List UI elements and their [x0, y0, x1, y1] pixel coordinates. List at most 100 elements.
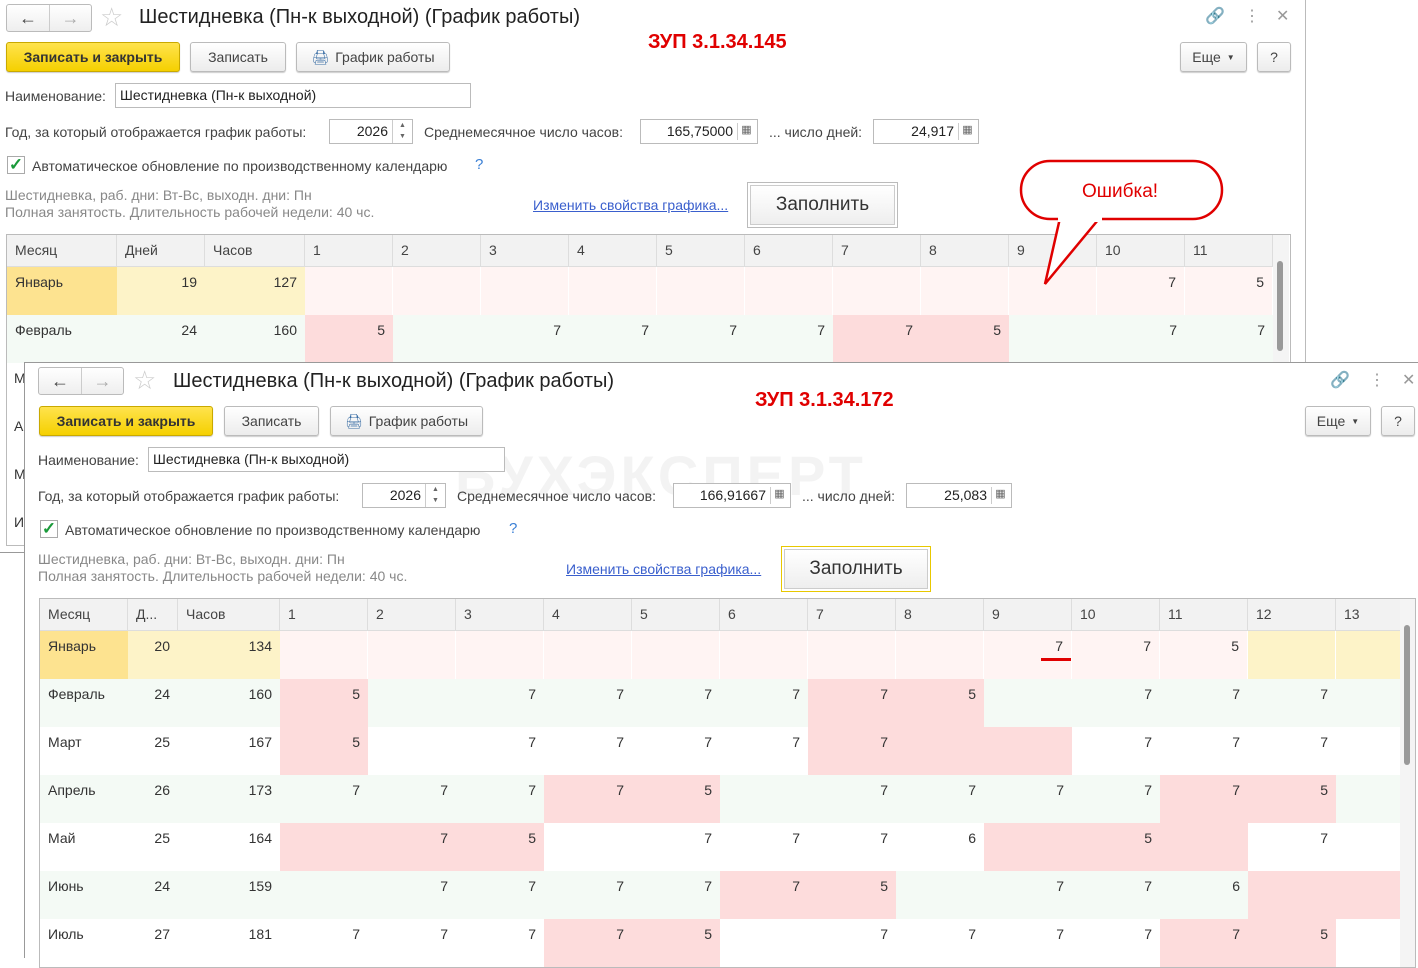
day-cell[interactable]: 5	[280, 727, 368, 775]
day-cell[interactable]: 7	[456, 919, 544, 967]
link-icon[interactable]: 🔗	[1330, 370, 1350, 390]
day-cell[interactable]: 7	[456, 727, 544, 775]
day-cell[interactable]: 7	[720, 823, 808, 871]
day-cell[interactable]: 6	[896, 823, 984, 871]
day-cell[interactable]: 7	[808, 679, 896, 727]
column-header[interactable]: 5	[632, 599, 720, 631]
day-cell[interactable]: 7	[632, 679, 720, 727]
save-close-button[interactable]: Записать и закрыть	[39, 406, 213, 436]
day-cell[interactable]	[368, 727, 456, 775]
day-cell[interactable]: 7	[896, 775, 984, 823]
name-input[interactable]: Шестидневка (Пн-к выходной)	[148, 447, 505, 472]
save-button[interactable]: Записать	[224, 406, 319, 436]
day-cell[interactable]: 7	[1072, 727, 1160, 775]
day-cell[interactable]	[1248, 631, 1336, 679]
auto-update-checkbox[interactable]: ✓	[40, 520, 58, 538]
back-arrow-icon[interactable]: ←	[39, 368, 81, 394]
day-cell[interactable]: 7	[808, 775, 896, 823]
day-cell[interactable]: 7	[1072, 679, 1160, 727]
day-cell[interactable]	[544, 823, 632, 871]
day-cell[interactable]: 5	[1248, 775, 1336, 823]
favorite-star-icon[interactable]: ☆	[133, 365, 156, 396]
more-vert-icon[interactable]: ⋮	[1369, 370, 1385, 390]
close-icon[interactable]: ✕	[1402, 370, 1415, 390]
day-cell[interactable]: 7	[984, 919, 1072, 967]
day-cell[interactable]: 5	[632, 775, 720, 823]
day-cell[interactable]: 7	[720, 871, 808, 919]
day-cell[interactable]: 5	[632, 919, 720, 967]
day-cell[interactable]: 7	[368, 919, 456, 967]
day-cell[interactable]: 7	[808, 823, 896, 871]
day-cell[interactable]: 7	[456, 871, 544, 919]
day-cell[interactable]: 5	[280, 679, 368, 727]
day-cell[interactable]: 7	[1160, 727, 1248, 775]
month-cell[interactable]: Июнь	[40, 871, 128, 919]
help-question-icon[interactable]: ?	[509, 520, 517, 537]
column-header[interactable]: 10	[1072, 599, 1160, 631]
day-cell[interactable]: 5	[1072, 823, 1160, 871]
day-cell[interactable]: 7	[1248, 823, 1336, 871]
day-cell[interactable]	[720, 631, 808, 679]
total-cell[interactable]: 160	[178, 679, 280, 727]
day-cell[interactable]: 7	[1248, 727, 1336, 775]
day-cell[interactable]: 7	[456, 679, 544, 727]
day-cell[interactable]	[896, 631, 984, 679]
day-cell[interactable]: 7	[544, 775, 632, 823]
day-cell[interactable]	[632, 631, 720, 679]
column-header[interactable]: 8	[896, 599, 984, 631]
column-header[interactable]: 9	[984, 599, 1072, 631]
day-cell[interactable]: 5	[1248, 919, 1336, 967]
column-header[interactable]: 4	[544, 599, 632, 631]
day-cell[interactable]: 7	[720, 679, 808, 727]
day-cell[interactable]: 7	[1160, 919, 1248, 967]
avg-days-input[interactable]: 25,083 ▦	[906, 483, 1012, 508]
day-cell[interactable]	[1160, 823, 1248, 871]
day-cell[interactable]	[544, 631, 632, 679]
day-cell[interactable]: 5	[1160, 631, 1248, 679]
calculator-icon[interactable]: ▦	[991, 487, 1009, 504]
day-cell[interactable]: 7	[720, 727, 808, 775]
total-cell[interactable]: 164	[178, 823, 280, 871]
total-cell[interactable]: 25	[128, 823, 178, 871]
column-header[interactable]: 6	[720, 599, 808, 631]
day-cell[interactable]: 7	[280, 919, 368, 967]
day-cell[interactable]: 5	[896, 679, 984, 727]
day-cell[interactable]: 7	[632, 823, 720, 871]
day-cell[interactable]	[368, 679, 456, 727]
day-cell[interactable]: 7	[632, 871, 720, 919]
month-cell[interactable]: Март	[40, 727, 128, 775]
day-cell[interactable]: 7	[1160, 679, 1248, 727]
day-cell[interactable]	[456, 631, 544, 679]
column-header[interactable]: 7	[808, 599, 896, 631]
schedule-print-button[interactable]: 🖨 График работы	[330, 406, 483, 436]
month-cell[interactable]: Февраль	[40, 679, 128, 727]
day-cell[interactable]	[720, 919, 808, 967]
day-cell[interactable]: 6	[1160, 871, 1248, 919]
day-cell[interactable]	[280, 631, 368, 679]
total-cell[interactable]: 20	[128, 631, 178, 679]
column-header[interactable]: Месяц	[40, 599, 128, 631]
day-cell[interactable]	[280, 823, 368, 871]
day-cell[interactable]: 7	[544, 871, 632, 919]
vertical-scrollbar[interactable]	[1400, 599, 1415, 967]
total-cell[interactable]: 24	[128, 679, 178, 727]
day-cell[interactable]: 7	[544, 679, 632, 727]
day-cell[interactable]	[984, 679, 1072, 727]
day-cell[interactable]: 7	[1248, 679, 1336, 727]
day-cell[interactable]: 7	[1072, 631, 1160, 679]
total-cell[interactable]: 181	[178, 919, 280, 967]
total-cell[interactable]: 134	[178, 631, 280, 679]
column-header[interactable]: 12	[1248, 599, 1336, 631]
month-cell[interactable]: Май	[40, 823, 128, 871]
day-cell[interactable]: 7	[808, 727, 896, 775]
day-cell[interactable]: 7	[896, 919, 984, 967]
day-cell[interactable]: 7	[1072, 919, 1160, 967]
day-cell[interactable]: 7	[456, 775, 544, 823]
year-input[interactable]: 2026 ▲ ▼	[362, 483, 446, 508]
column-header[interactable]: Часов	[178, 599, 280, 631]
day-cell[interactable]: 7	[984, 775, 1072, 823]
day-cell[interactable]: 7	[280, 775, 368, 823]
day-cell[interactable]	[896, 727, 984, 775]
day-cell[interactable]	[808, 631, 896, 679]
day-cell[interactable]: 5	[456, 823, 544, 871]
